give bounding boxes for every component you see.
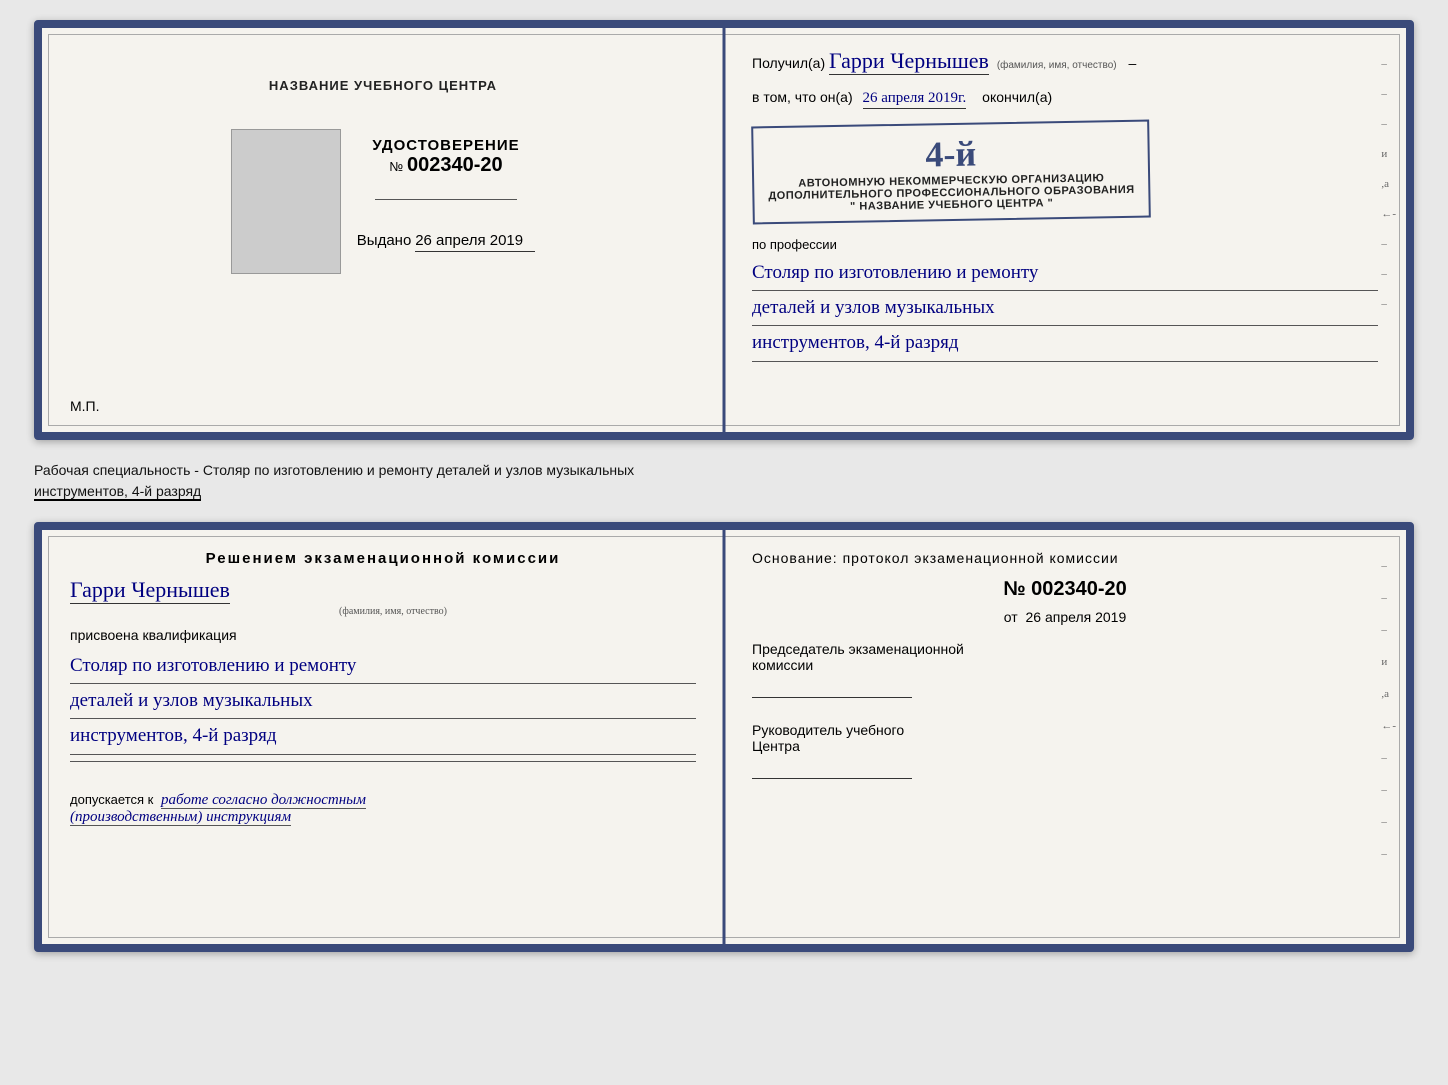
photo-placeholder	[231, 129, 341, 274]
basis-label: Основание: протокол экзаменационной коми…	[752, 550, 1378, 566]
right-dashes: – – – и ,а ←- – – –	[1381, 58, 1396, 310]
cert-number: 002340-20	[407, 154, 503, 176]
dash8: –	[1381, 268, 1396, 280]
bottom-cert-left: Решением экзаменационной комиссии Гарри …	[42, 530, 724, 944]
date-from-prefix: от	[1004, 609, 1018, 625]
name-hint-top: (фамилия, имя, отчество)	[997, 60, 1117, 71]
decision-header: Решением экзаменационной комиссии	[70, 550, 696, 567]
qual-line2: деталей и узлов музыкальных	[70, 684, 696, 719]
bottom-name-hint: (фамилия, имя, отчество)	[90, 606, 696, 617]
date-from-val: 26 апреля 2019	[1026, 609, 1127, 625]
caption-underlined: инструментов, 4-й разряд	[34, 483, 201, 501]
profession-line1: Столяр по изготовлению и ремонту	[752, 256, 1378, 291]
qual-line3: инструментов, 4-й разряд	[70, 719, 696, 754]
received-prefix: Получил(а)	[752, 55, 825, 71]
dash4: и	[1381, 148, 1396, 160]
dash3: –	[1381, 118, 1396, 130]
dopusk-prefix: допускается к	[70, 792, 153, 807]
dash6: ←-	[1381, 208, 1396, 220]
protocol-num-val: 002340-20	[1031, 578, 1127, 600]
dopusk-line: допускается к работе согласно должностны…	[70, 792, 696, 826]
chairman-label: Председатель экзаменационной комиссии	[752, 641, 1378, 673]
dopusk-text: работе согласно должностным	[161, 792, 366, 809]
received-name: Гарри Чернышев	[829, 48, 989, 75]
director-block: Руководитель учебного Центра	[752, 722, 1378, 779]
issued-line: Выдано 26 апреля 2019	[357, 232, 535, 252]
cert-label: УДОСТОВЕРЕНИЕ	[372, 137, 519, 154]
right-dashes-bottom: – – – и ,а ←- – – – –	[1381, 560, 1396, 860]
vtom-line: в том, что он(а) 26 апреля 2019г. окончи…	[752, 89, 1378, 107]
vtom-date: 26 апреля 2019г.	[863, 90, 967, 109]
stamp-block: 4-й АВТОНОМНУЮ НЕКОММЕРЧЕСКУЮ ОРГАНИЗАЦИ…	[751, 120, 1151, 225]
top-certificate: НАЗВАНИЕ УЧЕБНОГО ЦЕНТРА УДОСТОВЕРЕНИЕ №…	[34, 20, 1414, 440]
protocol-prefix: №	[1003, 578, 1025, 600]
qual-line1: Столяр по изготовлению и ремонту	[70, 649, 696, 684]
bottom-certificate: Решением экзаменационной комиссии Гарри …	[34, 522, 1414, 952]
issued-label: Выдано	[357, 232, 412, 249]
director-label1: Руководитель учебного	[752, 722, 904, 738]
cert-no-line: № 002340-20	[372, 154, 519, 177]
dash7: –	[1381, 238, 1396, 250]
protocol-number: № 002340-20	[752, 578, 1378, 601]
date-from-line: от 26 апреля 2019	[752, 609, 1378, 625]
dopusk-text2: (производственным) инструкциям	[70, 809, 291, 826]
director-label2: Центра	[752, 738, 800, 754]
bottom-name-block: Гарри Чернышев (фамилия, имя, отчество)	[70, 577, 696, 617]
assigned-label: присвоена квалификация	[70, 627, 696, 643]
mp-label: М.П.	[70, 398, 100, 414]
caption-normal: Рабочая специальность - Столяр по изгото…	[34, 462, 634, 478]
school-title-top: НАЗВАНИЕ УЧЕБНОГО ЦЕНТРА	[269, 78, 497, 93]
issued-date: 26 апреля 2019	[415, 232, 535, 252]
dash5: ,а	[1381, 178, 1396, 190]
bottom-person-name: Гарри Чернышев	[70, 577, 230, 604]
cert-no-prefix: №	[389, 159, 403, 174]
stamp-num: 4-й	[767, 130, 1134, 178]
profession-line2: деталей и узлов музыкальных	[752, 291, 1378, 326]
chairman-block: Председатель экзаменационной комиссии	[752, 641, 1378, 698]
dash2: –	[1381, 88, 1396, 100]
top-cert-right: Получил(а) Гарри Чернышев (фамилия, имя,…	[724, 28, 1406, 432]
top-cert-left: НАЗВАНИЕ УЧЕБНОГО ЦЕНТРА УДОСТОВЕРЕНИЕ №…	[42, 28, 724, 432]
received-line: Получил(а) Гарри Чернышев (фамилия, имя,…	[752, 48, 1378, 75]
vtom-prefix: в том, что он(а)	[752, 89, 853, 105]
chairman-label1: Председатель экзаменационной	[752, 641, 964, 657]
profession-label: по профессии	[752, 237, 1378, 252]
bottom-cert-right: Основание: протокол экзаменационной коми…	[724, 530, 1406, 944]
profession-line3: инструментов, 4-й разряд	[752, 326, 1378, 361]
okoncil-label: окончил(а)	[982, 89, 1052, 105]
chairman-signature	[752, 697, 912, 698]
stamp-area: 4-й АВТОНОМНУЮ НЕКОММЕРЧЕСКУЮ ОРГАНИЗАЦИ…	[752, 115, 1378, 229]
chairman-label2: комиссии	[752, 657, 813, 673]
director-signature	[752, 778, 912, 779]
cert-number-block: УДОСТОВЕРЕНИЕ № 002340-20	[372, 137, 519, 177]
dash9: –	[1381, 298, 1396, 310]
dash1: –	[1381, 58, 1396, 70]
caption-area: Рабочая специальность - Столяр по изгото…	[34, 456, 1414, 506]
